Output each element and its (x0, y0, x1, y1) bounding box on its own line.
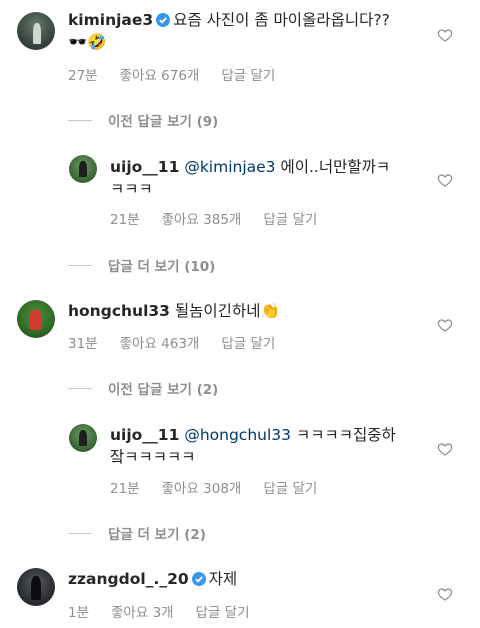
reply-button[interactable]: 답글 달기 (196, 605, 250, 621)
comment-username[interactable]: uijo__11 (110, 426, 179, 444)
view-previous-replies[interactable]: 이전 답글 보기 (9) (68, 110, 218, 130)
comment-username[interactable]: uijo__11 (110, 158, 179, 176)
view-previous-replies[interactable]: 이전 답글 보기 (2) (68, 378, 218, 398)
divider (68, 119, 92, 121)
reply-button[interactable]: 답글 달기 (263, 481, 317, 497)
view-more-replies-label: 답글 더 보기 (10) (108, 259, 216, 275)
comment-username[interactable]: zzangdol_._20 (68, 570, 189, 588)
comment-time: 27분 (68, 68, 98, 84)
likes-count[interactable]: 좋아요 3개 (111, 605, 174, 621)
divider (68, 387, 92, 389)
mention-link[interactable]: @kiminjae3 (184, 158, 275, 176)
comment-body: uijo__11 @hongchul33 ㅋㅋㅋㅋ집중하 잨ㅋㅋㅋㅋㅋ (110, 424, 430, 468)
comment-text: ㅋㅋㅋㅋ집중하 (295, 426, 396, 444)
comment-text: 자제 (208, 570, 238, 588)
comment-text: 될놈이긴하네👏 (174, 302, 280, 320)
avatar[interactable] (17, 12, 55, 50)
comment-body: uijo__11 @kiminjae3 에이..너만할까ㅋ ㅋㅋㅋ (110, 156, 430, 200)
likes-count[interactable]: 좋아요 463개 (120, 336, 200, 352)
comment-time: 1분 (68, 605, 90, 621)
view-more-replies-label: 답글 더 보기 (2) (108, 527, 206, 543)
divider (68, 532, 92, 534)
avatar[interactable] (17, 568, 55, 606)
comment-text-continued: ㅋㅋㅋ (110, 180, 153, 198)
avatar[interactable] (69, 424, 97, 452)
comment-body: kiminjae3 요즘 사진이 좀 마이올라옵니다?? 🕶️🤣 (68, 9, 428, 53)
likes-count[interactable]: 좋아요 385개 (162, 212, 242, 228)
comment-body: hongchul33 될놈이긴하네👏 (68, 300, 428, 322)
comment-time: 21분 (110, 481, 140, 497)
comment-username[interactable]: kiminjae3 (68, 11, 153, 29)
view-previous-replies-label: 이전 답글 보기 (2) (108, 382, 219, 398)
comment-text-continued: 잨ㅋㅋㅋㅋㅋ (110, 448, 196, 466)
likes-count[interactable]: 좋아요 308개 (162, 481, 242, 497)
comment-meta: 1분 좋아요 3개 답글 달기 (68, 601, 272, 621)
comment-meta: 21분 좋아요 308개 답글 달기 (110, 477, 339, 497)
comment-meta: 31분 좋아요 463개 답글 달기 (68, 332, 297, 352)
like-heart-icon[interactable] (437, 586, 453, 602)
view-more-replies[interactable]: 답글 더 보기 (2) (68, 523, 206, 543)
comment-username[interactable]: hongchul33 (68, 302, 170, 320)
comment-text: 요즘 사진이 좀 마이올라옵니다?? (173, 11, 390, 29)
comment-emoji: 🕶️🤣 (68, 33, 107, 51)
verified-badge-icon (191, 572, 206, 586)
reply-button[interactable]: 답글 달기 (221, 336, 275, 352)
reply-button[interactable]: 답글 달기 (221, 68, 275, 84)
divider (68, 264, 92, 266)
avatar[interactable] (69, 155, 97, 183)
view-previous-replies-label: 이전 답글 보기 (9) (108, 114, 219, 130)
mention-link[interactable]: @hongchul33 (184, 426, 291, 444)
avatar[interactable] (17, 300, 55, 338)
comment-meta: 21분 좋아요 385개 답글 달기 (110, 208, 339, 228)
reply-button[interactable]: 답글 달기 (263, 212, 317, 228)
verified-badge-icon (156, 13, 171, 27)
comment-time: 21분 (110, 212, 140, 228)
like-heart-icon[interactable] (437, 172, 453, 188)
like-heart-icon[interactable] (437, 27, 453, 43)
likes-count[interactable]: 좋아요 676개 (120, 68, 200, 84)
comment-body: zzangdol_._20 자제 (68, 568, 428, 590)
comment-time: 31분 (68, 336, 98, 352)
like-heart-icon[interactable] (437, 317, 453, 333)
like-heart-icon[interactable] (437, 441, 453, 457)
comment-text: 에이..너만할까ㅋ (280, 158, 391, 176)
comment-meta: 27분 좋아요 676개 답글 달기 (68, 64, 297, 84)
view-more-replies[interactable]: 답글 더 보기 (10) (68, 255, 215, 275)
